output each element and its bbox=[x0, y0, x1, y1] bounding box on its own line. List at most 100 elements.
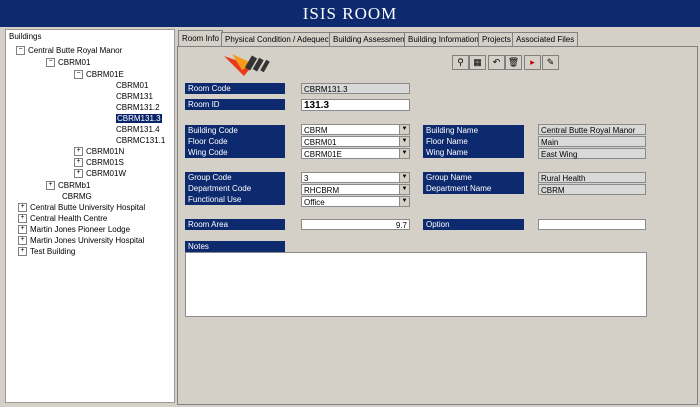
chevron-down-icon[interactable]: ▼ bbox=[399, 185, 409, 194]
building-code-label: Building Code bbox=[185, 125, 285, 136]
tree-item-label: CBRM131 bbox=[116, 92, 153, 101]
tree-item[interactable]: + CBRM01N bbox=[74, 147, 124, 157]
expand-icon[interactable]: + bbox=[74, 169, 83, 179]
room-id-input[interactable]: 131.3 bbox=[301, 99, 410, 111]
binoculars-icon[interactable]: ⚲ bbox=[452, 55, 469, 70]
tree-item[interactable]: + CBRM01W bbox=[74, 169, 126, 179]
tree-item[interactable]: + Martin Jones Pioneer Lodge bbox=[18, 225, 130, 235]
floor-code-label: Floor Code bbox=[185, 136, 285, 147]
tree-item-label: CBRMC131.1 bbox=[116, 136, 166, 145]
tree-item[interactable]: CBRM131.2 bbox=[116, 103, 160, 113]
chevron-down-icon[interactable]: ▼ bbox=[399, 173, 409, 182]
tree-item[interactable]: − CBRM01 bbox=[46, 58, 90, 68]
tree-item-label: CBRM01S bbox=[86, 158, 124, 167]
tree-item[interactable]: + Central Butte University Hospital bbox=[18, 203, 145, 213]
tree-item-label: CBRM131.4 bbox=[116, 125, 160, 134]
group-code-label: Group Code bbox=[185, 172, 285, 183]
app-window: ISIS ROOM Buildings − Central Butte Royal… bbox=[0, 0, 700, 407]
tree-item-selected[interactable]: CBRM131.3 bbox=[116, 114, 162, 124]
tab-physical-condition[interactable]: Physical Condition / Adequecy bbox=[221, 32, 337, 46]
collapse-icon[interactable]: − bbox=[46, 58, 55, 68]
notes-label: Notes bbox=[185, 241, 285, 252]
room-area-label: Room Area bbox=[185, 219, 285, 230]
department-code-select[interactable]: RHCBRM ▼ bbox=[301, 184, 410, 195]
room-code-label: Room Code bbox=[185, 83, 285, 94]
floor-code-select[interactable]: CBRM01 ▼ bbox=[301, 136, 410, 147]
department-code-label: Department Code bbox=[185, 183, 285, 194]
collapse-icon[interactable]: − bbox=[16, 46, 25, 56]
expand-icon[interactable]: + bbox=[18, 247, 27, 257]
tree-item[interactable]: CBRMG bbox=[62, 192, 92, 202]
table-icon[interactable]: ▦ bbox=[469, 55, 486, 70]
tree-item-label: CBRM01E bbox=[86, 70, 124, 79]
wing-name-value: East Wing bbox=[538, 148, 646, 159]
tree-item-label: Central Health Centre bbox=[30, 214, 108, 223]
tree-item-label: Martin Jones Pioneer Lodge bbox=[30, 225, 131, 234]
tree-item[interactable]: CBRM131.4 bbox=[116, 125, 160, 135]
expand-icon[interactable]: + bbox=[18, 225, 27, 235]
notes-textarea[interactable] bbox=[185, 252, 647, 317]
expand-icon[interactable]: + bbox=[46, 181, 55, 191]
tree-item-label: CBRM01W bbox=[86, 169, 127, 178]
department-name-label: Department Name bbox=[423, 183, 524, 194]
tree-item[interactable]: + CBRM01S bbox=[74, 158, 124, 168]
group-code-select[interactable]: 3 ▼ bbox=[301, 172, 410, 183]
wing-code-select[interactable]: CBRM01E ▼ bbox=[301, 148, 410, 159]
chevron-down-icon[interactable]: ▼ bbox=[399, 149, 409, 158]
tree-item[interactable]: + Test Building bbox=[18, 247, 75, 257]
insert-icon[interactable]: ▸ bbox=[524, 55, 541, 70]
department-name-value: CBRM bbox=[538, 184, 646, 195]
tree-item-label: Martin Jones University Hospital bbox=[30, 236, 145, 245]
tree-item-label: CBRM01 bbox=[58, 58, 91, 67]
tree-item[interactable]: CBRM131 bbox=[116, 92, 153, 102]
window-title: ISIS ROOM bbox=[0, 0, 700, 27]
delete-icon[interactable]: 🗑 bbox=[505, 55, 522, 70]
floor-name-value: Main bbox=[538, 136, 646, 147]
group-name-value: Rural Health bbox=[538, 172, 646, 183]
undo-icon[interactable]: ↶ bbox=[488, 55, 505, 70]
functional-use-select[interactable]: Office ▼ bbox=[301, 196, 410, 207]
tree-item-label: CBRM131.2 bbox=[116, 103, 160, 112]
tree-item[interactable]: CBRMC131.1 bbox=[116, 136, 165, 146]
chevron-down-icon[interactable]: ▼ bbox=[399, 125, 409, 134]
tab-building-information[interactable]: Building Information bbox=[404, 32, 483, 46]
collapse-icon[interactable]: − bbox=[74, 70, 83, 80]
tab-building-assessment[interactable]: Building Assessment bbox=[329, 32, 411, 46]
expand-icon[interactable]: + bbox=[18, 203, 27, 213]
tree-item[interactable]: CBRM01 bbox=[116, 81, 148, 91]
tree-root-label: Buildings bbox=[9, 32, 42, 41]
tree-item[interactable]: − Central Butte Royal Manor bbox=[16, 46, 122, 56]
tab-room-info[interactable]: Room Info bbox=[178, 30, 223, 46]
tree-item-label: CBRM131.3 bbox=[116, 114, 162, 123]
option-label: Option bbox=[423, 219, 524, 230]
building-tree[interactable]: Buildings − Central Butte Royal Manor − CBR… bbox=[5, 29, 175, 403]
tree-item[interactable]: + Central Health Centre bbox=[18, 214, 107, 224]
tab-projects[interactable]: Projects bbox=[478, 32, 515, 46]
expand-icon[interactable]: + bbox=[74, 147, 83, 157]
expand-icon[interactable]: + bbox=[74, 158, 83, 168]
expand-icon[interactable]: + bbox=[18, 236, 27, 246]
functional-use-label: Functional Use bbox=[185, 194, 285, 205]
tab-associated-files[interactable]: Associated Files bbox=[512, 32, 579, 46]
building-name-value: Central Butte Royal Manor bbox=[538, 124, 646, 135]
option-input[interactable] bbox=[538, 219, 646, 230]
tree-item[interactable]: + CBRMb1 bbox=[46, 181, 90, 191]
edit-icon[interactable]: ✎ bbox=[542, 55, 559, 70]
chevron-down-icon[interactable]: ▼ bbox=[399, 137, 409, 146]
group-name-label: Group Name bbox=[423, 172, 524, 183]
building-code-select[interactable]: CBRM ▼ bbox=[301, 124, 410, 135]
tree-item-label: CBRM01N bbox=[86, 147, 125, 156]
room-code-value: CBRM131.3 bbox=[301, 83, 410, 94]
tree-item-label: CBRM01 bbox=[116, 81, 149, 90]
room-id-label: Room ID bbox=[185, 99, 285, 110]
tree-item[interactable]: − CBRM01E bbox=[74, 70, 124, 80]
wing-name-label: Wing Name bbox=[423, 147, 524, 158]
expand-icon[interactable]: + bbox=[18, 214, 27, 224]
tree-item-label: CBRMG bbox=[62, 192, 92, 201]
chevron-down-icon[interactable]: ▼ bbox=[399, 197, 409, 206]
tree-item-label: Central Butte Royal Manor bbox=[28, 46, 123, 55]
room-area-input[interactable]: 9.7 bbox=[301, 219, 410, 230]
tree-item-label: Test Building bbox=[30, 247, 76, 256]
tree-item[interactable]: + Martin Jones University Hospital bbox=[18, 236, 144, 246]
building-name-label: Building Name bbox=[423, 125, 524, 136]
